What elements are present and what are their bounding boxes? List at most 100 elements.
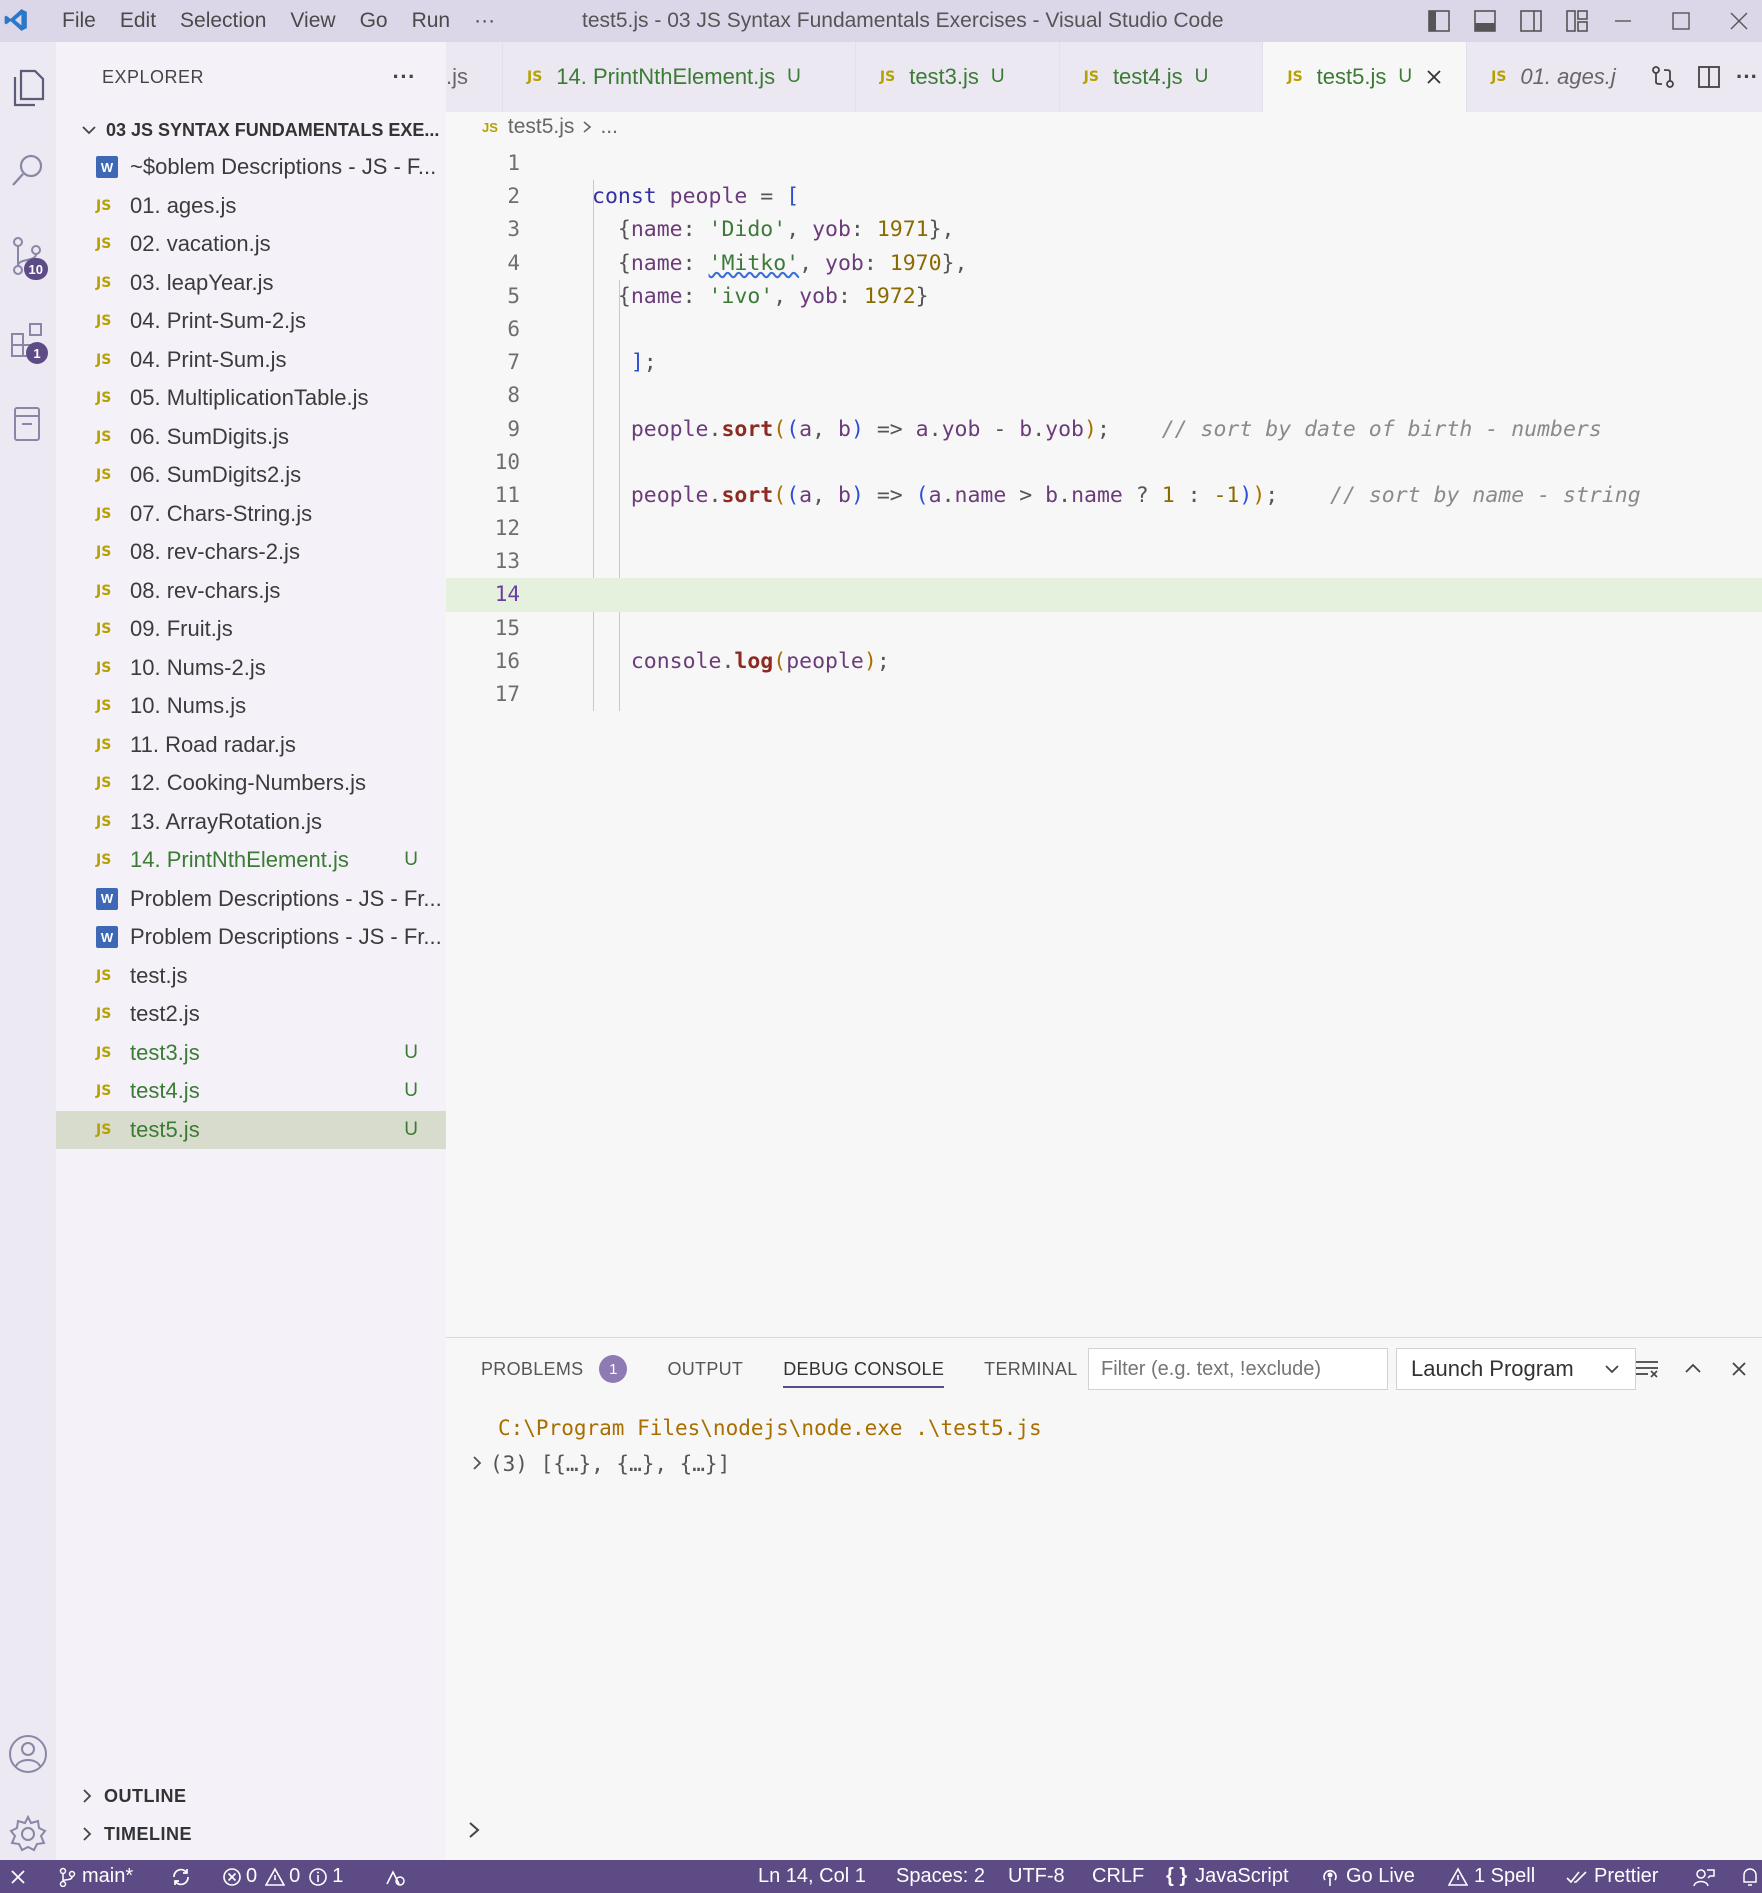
- menu-selection[interactable]: Selection: [168, 9, 278, 33]
- prettier-indicator[interactable]: Prettier: [1566, 1860, 1658, 1893]
- extensions-icon[interactable]: 1: [0, 310, 56, 370]
- close-tab-icon[interactable]: [1426, 69, 1442, 85]
- file-item[interactable]: JS 07. Chars-String.js: [56, 495, 446, 534]
- code-line[interactable]: 9 people.sort((a, b) => a.yob - b.yob); …: [446, 413, 1762, 446]
- file-item[interactable]: JS 04. Print-Sum-2.js: [56, 302, 446, 341]
- editor-tab[interactable]: .js: [446, 42, 503, 112]
- file-item[interactable]: JS 02. vacation.js: [56, 225, 446, 264]
- branch-indicator[interactable]: main*: [58, 1860, 133, 1893]
- menu-view[interactable]: View: [278, 9, 347, 33]
- file-item[interactable]: W Problem Descriptions - JS - Fr...: [56, 918, 446, 957]
- file-item[interactable]: JS 10. Nums-2.js: [56, 649, 446, 688]
- editor-tab[interactable]: JS test3.js U: [856, 42, 1060, 112]
- problems-indicator[interactable]: 0 0 1: [222, 1860, 343, 1893]
- file-item[interactable]: JS 04. Print-Sum.js: [56, 341, 446, 380]
- menu-edit[interactable]: Edit: [108, 9, 168, 33]
- tab-output[interactable]: OUTPUT: [667, 1338, 743, 1400]
- menu-file[interactable]: File: [50, 9, 108, 33]
- file-item[interactable]: JS 01. ages.js: [56, 187, 446, 226]
- tab-debug-console[interactable]: DEBUG CONSOLE: [783, 1338, 945, 1400]
- file-item[interactable]: JS test.js: [56, 957, 446, 996]
- console-output-line[interactable]: (3) [{…}, {…}, {…}]: [470, 1452, 730, 1476]
- indentation[interactable]: Spaces: 2: [896, 1860, 985, 1893]
- code-line[interactable]: 1: [446, 147, 1762, 180]
- timeline-section[interactable]: TIMELINE: [56, 1815, 446, 1853]
- file-item[interactable]: JS 10. Nums.js: [56, 687, 446, 726]
- editor-tab[interactable]: JS 14. PrintNthElement.js U: [503, 42, 856, 112]
- explorer-more-button[interactable]: ···: [393, 64, 416, 90]
- toggle-panel-icon[interactable]: [1462, 0, 1508, 42]
- tab-problems[interactable]: PROBLEMS 1: [481, 1338, 628, 1400]
- file-item[interactable]: JS 13. ArrayRotation.js: [56, 803, 446, 842]
- launch-config-select[interactable]: Launch Program: [1396, 1348, 1636, 1390]
- breadcrumb-file[interactable]: test5.js: [508, 115, 575, 139]
- menu-more[interactable]: ···: [462, 9, 507, 33]
- file-item[interactable]: JS 03. leapYear.js: [56, 264, 446, 303]
- file-item[interactable]: JS test3.js U: [56, 1034, 446, 1073]
- menu-go[interactable]: Go: [348, 9, 400, 33]
- outline-section[interactable]: OUTLINE: [56, 1777, 446, 1815]
- code-line[interactable]: 13: [446, 545, 1762, 578]
- split-editor-icon[interactable]: [1686, 54, 1732, 100]
- maximize-panel-icon[interactable]: [1670, 1348, 1716, 1390]
- encoding[interactable]: UTF-8: [1008, 1860, 1065, 1893]
- code-line[interactable]: 6: [446, 313, 1762, 346]
- debug-filter-input[interactable]: [1088, 1348, 1388, 1390]
- code-line[interactable]: 14: [446, 578, 1762, 612]
- file-item[interactable]: JS 14. PrintNthElement.js U: [56, 841, 446, 880]
- file-item[interactable]: W Problem Descriptions - JS - Fr...: [56, 880, 446, 919]
- file-item[interactable]: JS 08. rev-chars.js: [56, 572, 446, 611]
- code-line[interactable]: 17: [446, 678, 1762, 711]
- editor-tab[interactable]: JS test4.js U: [1060, 42, 1264, 112]
- maximize-icon[interactable]: [1646, 0, 1716, 42]
- compare-changes-icon[interactable]: [1640, 54, 1686, 100]
- spell-indicator[interactable]: 1 Spell: [1448, 1860, 1535, 1893]
- accounts-icon[interactable]: [0, 1724, 56, 1784]
- search-icon[interactable]: [0, 140, 56, 200]
- toggle-primary-sidebar-icon[interactable]: [1416, 0, 1462, 42]
- code-line[interactable]: 7 ];: [446, 346, 1762, 379]
- code-area[interactable]: 1 2 const people = [3 {name: 'Dido', yob: …: [446, 147, 1762, 711]
- tab-terminal[interactable]: TERMINAL: [984, 1338, 1077, 1400]
- file-item[interactable]: JS test2.js: [56, 995, 446, 1034]
- remote-explorer-icon[interactable]: [0, 394, 56, 454]
- console-prompt[interactable]: [466, 1820, 482, 1846]
- clear-console-icon[interactable]: [1624, 1348, 1670, 1390]
- code-editor[interactable]: JS test5.js ... 1 2 const people = [3 {nam…: [446, 112, 1762, 1337]
- sync-icon[interactable]: [170, 1860, 192, 1893]
- code-line[interactable]: 8: [446, 379, 1762, 412]
- end-of-line[interactable]: CRLF: [1092, 1860, 1144, 1893]
- workspace-folder[interactable]: 03 JS SYNTAX FUNDAMENTALS EXE...: [56, 112, 446, 148]
- file-item[interactable]: JS 09. Fruit.js: [56, 610, 446, 649]
- file-item[interactable]: JS test5.js U: [56, 1110, 446, 1149]
- code-line[interactable]: 12: [446, 512, 1762, 545]
- file-item[interactable]: JS 12. Cooking-Numbers.js: [56, 764, 446, 803]
- manage-gear-icon[interactable]: [0, 1804, 56, 1864]
- notifications-bell-icon[interactable]: [1740, 1860, 1760, 1893]
- close-window-icon[interactable]: [1716, 0, 1762, 42]
- toggle-secondary-sidebar-icon[interactable]: [1508, 0, 1554, 42]
- minimize-icon[interactable]: [1600, 0, 1646, 42]
- source-control-icon[interactable]: 10: [0, 226, 56, 286]
- file-item[interactable]: W ~$oblem Descriptions - JS - F...: [56, 148, 446, 187]
- feedback-icon[interactable]: [1692, 1860, 1716, 1893]
- code-line[interactable]: 5 {name: 'ivo', yob: 1972}: [446, 280, 1762, 313]
- file-item[interactable]: JS 08. rev-chars-2.js: [56, 533, 446, 572]
- cursor-position[interactable]: Ln 14, Col 1: [758, 1860, 866, 1893]
- code-line[interactable]: 11 people.sort((a, b) => (a.name > b.nam…: [446, 479, 1762, 512]
- go-live-button[interactable]: Go Live: [1320, 1860, 1415, 1893]
- customize-layout-icon[interactable]: [1554, 0, 1600, 42]
- code-line[interactable]: 15: [446, 612, 1762, 645]
- file-item[interactable]: JS 06. SumDigits.js: [56, 418, 446, 457]
- menu-run[interactable]: Run: [400, 9, 463, 33]
- file-item[interactable]: JS 05. MultiplicationTable.js: [56, 379, 446, 418]
- file-item[interactable]: JS test4.js U: [56, 1072, 446, 1111]
- debug-run-icon[interactable]: [383, 1860, 407, 1893]
- code-line[interactable]: 3 {name: 'Dido', yob: 1971},: [446, 213, 1762, 246]
- more-actions-icon[interactable]: ···: [1732, 54, 1762, 100]
- editor-tab[interactable]: JS test5.js U: [1263, 42, 1468, 112]
- file-item[interactable]: JS 11. Road radar.js: [56, 726, 446, 765]
- code-line[interactable]: 4 {name: 'Mitko', yob: 1970},: [446, 247, 1762, 280]
- remote-indicator[interactable]: [0, 1860, 36, 1893]
- file-item[interactable]: JS 06. SumDigits2.js: [56, 456, 446, 495]
